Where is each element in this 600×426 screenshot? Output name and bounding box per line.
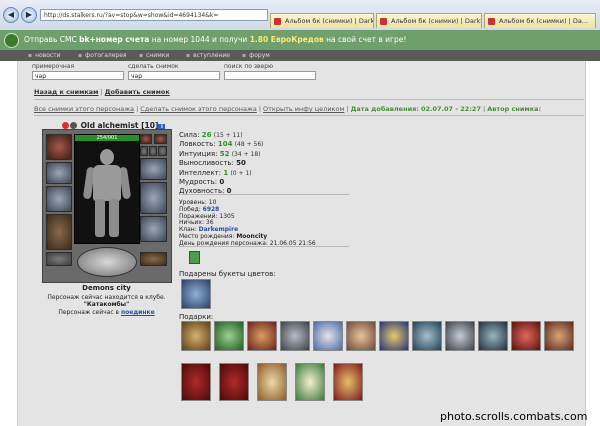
- gift-item-icon[interactable]: [511, 321, 541, 351]
- gift-card-icon[interactable]: [181, 363, 211, 401]
- battle-link[interactable]: поединке: [121, 309, 155, 316]
- flowers-label: Подарены букеты цветов:: [179, 270, 276, 278]
- armor-slot[interactable]: [46, 214, 72, 250]
- location-status: Персонаж сейчас находится в клубе.: [47, 294, 166, 301]
- menu-item-snapshots[interactable]: снимки: [139, 50, 169, 61]
- gift-item-icon[interactable]: [214, 321, 244, 351]
- gift-item-icon[interactable]: [181, 321, 211, 351]
- stat-strength: Сила: 26 (15 + 11): [179, 131, 243, 139]
- location-name: Demons city: [82, 284, 131, 292]
- battle-status: Персонаж сейчас в поединке: [58, 309, 155, 316]
- beast-search-input[interactable]: [224, 71, 316, 80]
- helmet-slot[interactable]: [46, 134, 72, 160]
- nav-links: Назад к снимкам | Добавить снимок: [34, 88, 170, 96]
- add-snapshot-link[interactable]: Добавить снимок: [105, 88, 170, 96]
- ring-slot-1[interactable]: [140, 146, 148, 156]
- favicon-icon: [488, 18, 495, 25]
- open-full-info-link[interactable]: Открыть инфу целиком: [263, 105, 344, 113]
- gloves-slot[interactable]: [140, 158, 167, 180]
- divider: [179, 194, 349, 195]
- gift-item-icon[interactable]: [247, 321, 277, 351]
- menu-item-news[interactable]: новости: [28, 50, 61, 61]
- belt-slot[interactable]: [46, 252, 72, 266]
- menu-item-forum[interactable]: форум: [242, 50, 270, 61]
- beast-search-label: поиск по зверю: [224, 63, 274, 70]
- gift-item-icon[interactable]: [544, 321, 574, 351]
- browser-tab-3[interactable]: Альбом бк (снимки) | Da...: [484, 13, 596, 28]
- gifts-label: Подарки:: [179, 313, 214, 321]
- promo-icon: [4, 33, 19, 48]
- hp-bar: 254/001: [75, 135, 139, 141]
- content-area: примерочная чар сделать снимок чар поиск…: [17, 61, 586, 426]
- promo-text: Отправь СМС bk+номер счета на номер 1044…: [24, 35, 407, 44]
- back-arrow-icon[interactable]: ◀: [3, 7, 19, 23]
- gift-card-icon[interactable]: [219, 363, 249, 401]
- gift-card-icon[interactable]: [295, 363, 325, 401]
- badge-icon: [189, 251, 200, 264]
- divider: [34, 99, 584, 100]
- ring-slot-2[interactable]: [149, 146, 157, 156]
- favicon-icon: [380, 18, 387, 25]
- align-icon: [62, 122, 69, 129]
- browser-chrome: ◀ ▶ http://ds.stalkers.ru/?av=stop&w=sho…: [0, 0, 600, 31]
- earring-slot[interactable]: [140, 134, 152, 144]
- make-snapshot-input[interactable]: чар: [128, 71, 220, 80]
- menu-item-join[interactable]: вступление: [186, 50, 230, 61]
- flower-bouquet-icon[interactable]: [181, 279, 211, 309]
- snapshot-actions: Все снимки этого персонажа | Сделать снимо…: [34, 105, 542, 113]
- gift-item-icon[interactable]: [346, 321, 376, 351]
- menu-item-gallery[interactable]: фотогалерея: [78, 50, 126, 61]
- gift-item-icon[interactable]: [445, 321, 475, 351]
- shield-slot[interactable]: [140, 182, 167, 214]
- stat-endurance: Выносливость: 50: [179, 159, 246, 168]
- bracers-slot[interactable]: [46, 162, 72, 184]
- browser-tab-1[interactable]: Альбом бк (снимки) | DarkS...: [270, 13, 374, 28]
- divider: [34, 115, 584, 116]
- stat-spirituality: Духовность: 0: [179, 187, 232, 196]
- back-to-snapshots-link[interactable]: Назад к снимкам: [34, 88, 99, 96]
- ring-slot-3[interactable]: [158, 146, 167, 156]
- clan-icon: [70, 122, 77, 129]
- character-figure: 254/001: [74, 134, 140, 244]
- site-menu: новости фотогалерея снимки вступление фо…: [0, 50, 600, 61]
- fitting-room-input[interactable]: чар: [32, 71, 124, 80]
- stat-intuition: Интуиция: 52 (34 + 18): [179, 149, 261, 158]
- character-info: Уровень: 10 Побед: 6928 Поражений: 1305 …: [179, 199, 316, 248]
- gift-item-icon[interactable]: [313, 321, 343, 351]
- boots-slot[interactable]: [140, 252, 167, 266]
- forward-arrow-icon[interactable]: ▶: [21, 7, 37, 23]
- equipment-panel: 254/001: [42, 129, 172, 283]
- club-name: "Катакомбы": [83, 301, 130, 308]
- gift-card-icon[interactable]: [257, 363, 287, 401]
- address-bar[interactable]: http://ds.stalkers.ru/?av=stop&w=show&id…: [40, 9, 268, 21]
- browser-tab-2[interactable]: Альбом бк (снимки) | DarkS...: [376, 13, 482, 28]
- leggings-slot[interactable]: [140, 216, 167, 242]
- gift-card-icon[interactable]: [333, 363, 363, 401]
- necklace-slot[interactable]: [154, 134, 167, 144]
- stat-intellect: Интеллект: 1 (0 + 1): [179, 168, 252, 177]
- divider: [179, 246, 349, 247]
- gift-item-icon[interactable]: [280, 321, 310, 351]
- weapon-slot[interactable]: [46, 186, 72, 212]
- make-snapshot-link[interactable]: Сделать снимок этого персонажа: [140, 105, 257, 113]
- fitting-room-label: примерочная: [32, 63, 75, 70]
- all-snapshots-link[interactable]: Все снимки этого персонажа: [34, 105, 134, 113]
- stat-agility: Ловкость: 104 (48 + 56): [179, 140, 264, 149]
- date-added-value: 02.07.07 - 22:27: [420, 105, 481, 113]
- gift-item-icon[interactable]: [379, 321, 409, 351]
- favicon-icon: [274, 18, 281, 25]
- stats-block: Сила: 26 (15 + 11) Ловкость: 104 (48 + 5…: [179, 131, 263, 197]
- date-added-label: Дата добавления:: [350, 105, 419, 113]
- emblem-icon: [77, 247, 137, 277]
- gift-item-icon[interactable]: [412, 321, 442, 351]
- stat-wisdom: Мудрость: 0: [179, 178, 225, 187]
- promo-banner[interactable]: Отправь СМС bk+номер счета на номер 1044…: [0, 30, 600, 50]
- author-label: Автор снимка:: [487, 105, 542, 113]
- gift-item-icon[interactable]: [478, 321, 508, 351]
- make-snapshot-label: сделать снимок: [128, 63, 179, 70]
- watermark: photo.scrolls.combats.com: [440, 410, 588, 423]
